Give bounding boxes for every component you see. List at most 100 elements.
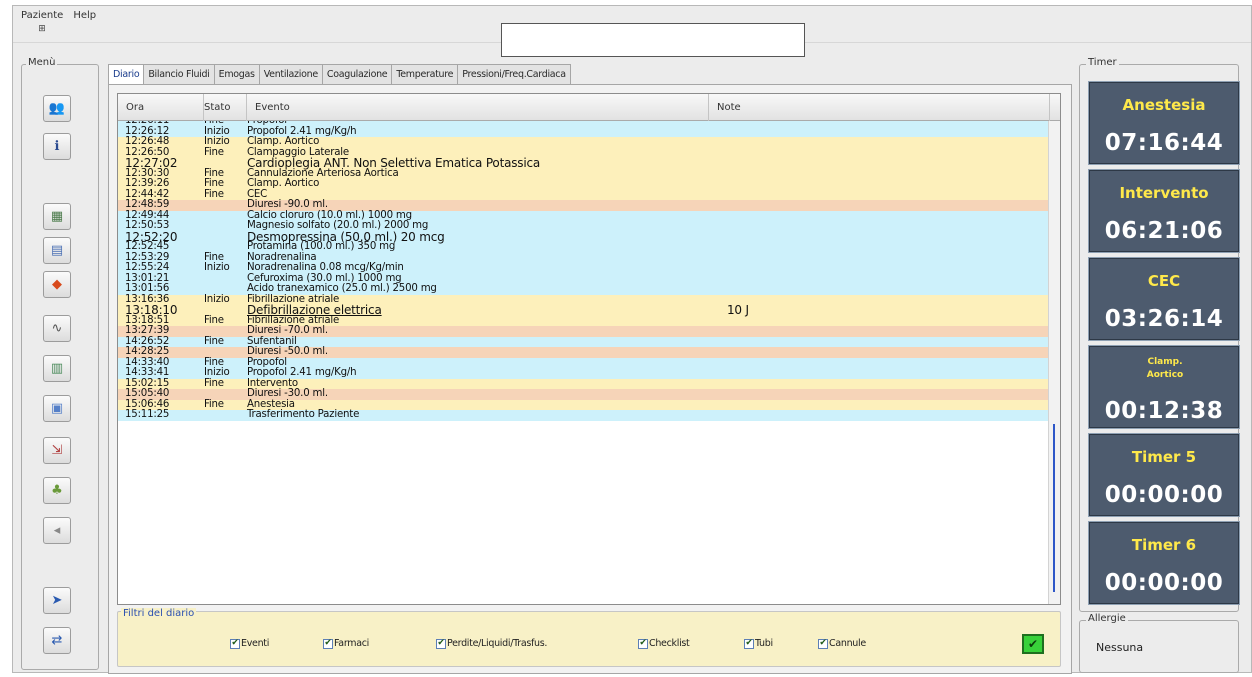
filter-cannule[interactable]: ✔ Cannule (818, 638, 866, 649)
table-row[interactable]: 13:27:39 Diuresi -70.0 ml. (118, 325, 1050, 337)
table-row[interactable]: 12:39:26 Fine Clamp. Aortico (118, 178, 1050, 190)
filter-checklist-label: Checklist (649, 638, 690, 649)
cell-note (727, 211, 1027, 222)
menu-button-wave[interactable]: ∿ (43, 315, 71, 342)
checkbox-perdite[interactable]: ✔ (436, 638, 446, 649)
cell-stato: Inizio (204, 367, 230, 378)
timer-card-timer-5[interactable]: Timer 5 00:00:00 (1088, 433, 1240, 517)
cell-evento: Diuresi -30.0 ml. (247, 388, 328, 399)
cell-note (727, 232, 1027, 243)
table-header: Ora Stato Evento Note (118, 94, 1060, 121)
timer-card-anestesia[interactable]: Anestesia 07:16:44 (1088, 81, 1240, 165)
timer-card-timer-6[interactable]: Timer 6 00:00:00 (1088, 521, 1240, 605)
column-header-evento[interactable]: Evento (247, 94, 709, 121)
menu-button-info[interactable]: ℹ (43, 133, 71, 160)
cell-note (727, 274, 1027, 285)
cell-note (727, 326, 1027, 337)
diary-filters: Filtri del diario ✔ Eventi ✔ Farmaci ✔ Perd… (117, 608, 1061, 667)
cell-stato (204, 347, 247, 358)
cell-evento: Clamp. Aortico (247, 136, 320, 147)
table-row[interactable]: 13:18:10 Defibrillazione elettrica 10 J (118, 303, 1050, 317)
cell-evento: Diuresi -50.0 ml. (247, 346, 328, 357)
menu-button-back[interactable]: ◂ (43, 517, 71, 544)
tab-bilancio-fluidi[interactable]: Bilancio Fluidi (143, 64, 215, 84)
table-row[interactable]: 12:55:24 Inizio Noradrenalina 0.08 mcg/Kg/… (118, 262, 1050, 274)
cell-note (727, 242, 1027, 253)
menu-button-document[interactable]: ▣ (43, 395, 71, 422)
transfer-icon: ⇄ (51, 633, 63, 648)
menu-button-chart[interactable]: ▥ (43, 355, 71, 382)
checkbox-eventi[interactable]: ✔ (230, 638, 240, 649)
column-header-note[interactable]: Note (709, 94, 1050, 121)
cell-ora: 13:01:56 (125, 283, 170, 294)
menu-button-patient[interactable]: 👥 (43, 95, 71, 122)
filter-cannule-label: Cannule (829, 638, 866, 649)
scrollbar-thumb[interactable] (1053, 424, 1055, 592)
cell-note (727, 179, 1027, 190)
menu-button-transfer[interactable]: ⇄ (43, 627, 71, 654)
cell-stato (204, 221, 247, 232)
timer-value: 03:26:14 (1104, 306, 1224, 332)
tab-emogas[interactable]: Emogas (213, 64, 260, 84)
timer-card-cec[interactable]: CEC 03:26:14 (1088, 257, 1240, 341)
menu-button-monitor[interactable]: ▦ (43, 203, 71, 230)
apply-filter-toggle[interactable]: ✔ (1022, 634, 1044, 654)
cell-ora: 15:11:25 (125, 409, 170, 420)
cell-evento: Diuresi -70.0 ml. (247, 325, 328, 336)
column-header-stato[interactable]: Stato (204, 94, 247, 121)
checkbox-farmaci[interactable]: ✔ (323, 638, 333, 649)
table-row[interactable]: 15:05:40 Diuresi -30.0 ml. (118, 388, 1050, 400)
forward-icon: ➤ (51, 593, 63, 608)
tab-diario[interactable]: Diario (108, 64, 145, 84)
checkbox-cannule[interactable]: ✔ (818, 638, 828, 649)
window-grid-icon[interactable]: ⊞ (35, 23, 49, 35)
timer-card-clamp-aortico[interactable]: Clamp. Aortico 00:12:38 (1088, 345, 1240, 429)
allergie-legend: Allergie (1086, 613, 1128, 624)
wave-icon: ∿ (51, 321, 63, 336)
diary-table: Ora Stato Evento Note 12:26:11FinePropof… (117, 93, 1061, 605)
tab-pressioni-freq-cardiaca[interactable]: Pressioni/Freq.Cardiaca (457, 64, 571, 84)
tab-temperature[interactable]: Temperature (391, 64, 459, 84)
filter-perdite[interactable]: ✔ Perdite/Liquidi/Trasfus. (436, 638, 547, 649)
checkbox-checklist[interactable]: ✔ (638, 638, 648, 649)
timer-card-intervento[interactable]: Intervento 06:21:06 (1088, 169, 1240, 253)
menu-button-report[interactable]: ▤ (43, 237, 71, 264)
menu-button-drug[interactable]: ◆ (43, 271, 71, 298)
table-row[interactable]: 12:52:45 Protamina (100.0 ml.) 350 mg (118, 241, 1050, 253)
bag-icon: ♣ (51, 483, 63, 498)
timer-label: Timer 6 (1131, 536, 1197, 554)
cell-note (727, 316, 1027, 327)
tab-ventilazione[interactable]: Ventilazione (258, 64, 323, 84)
filter-checklist[interactable]: ✔ Checklist (638, 638, 690, 649)
table-row[interactable]: 14:28:25 Diuresi -50.0 ml. (118, 346, 1050, 358)
cell-evento: Propofol 2.41 mg/Kg/h (247, 125, 357, 137)
menu-button-forward[interactable]: ➤ (43, 587, 71, 614)
column-header-ora[interactable]: Ora (118, 94, 204, 121)
menu-paziente[interactable]: Paziente (21, 10, 63, 21)
cell-ora: 12:52:45 (125, 241, 170, 252)
patient-info-field[interactable] (501, 23, 805, 57)
cell-stato: Inizio (204, 293, 230, 305)
filter-tubi[interactable]: ✔ Tubi (744, 638, 773, 649)
cell-evento: Protamina (100.0 ml.) 350 mg (247, 241, 396, 252)
checkbox-tubi[interactable]: ✔ (744, 638, 754, 649)
filter-farmaci[interactable]: ✔ Farmaci (323, 638, 369, 649)
cell-note (727, 400, 1027, 411)
table-row[interactable]: 12:27:02 Cardioplegia ANT. Non Selettiva … (118, 157, 1050, 169)
cell-ora: 15:05:40 (125, 388, 170, 399)
cell-note (727, 337, 1027, 348)
menu-button-export[interactable]: ⇲ (43, 437, 71, 464)
menu-help[interactable]: Help (73, 10, 96, 21)
table-row[interactable]: 15:11:25 Trasferimento Paziente (118, 409, 1050, 421)
tab-coagulazione[interactable]: Coagulazione (321, 64, 393, 84)
table-row[interactable]: 13:01:56 Acido tranexamico (25.0 ml.) 250… (118, 283, 1050, 295)
table-row[interactable]: 12:26:48 Inizio Clamp. Aortico (118, 136, 1050, 148)
cell-evento: Defibrillazione elettrica (247, 303, 382, 317)
vertical-scrollbar[interactable] (1048, 121, 1060, 604)
table-row[interactable]: 12:48:59 Diuresi -90.0 ml. (118, 199, 1050, 211)
menu-button-bag[interactable]: ♣ (43, 477, 71, 504)
timer-value: 00:00:00 (1104, 482, 1224, 508)
filter-eventi-label: Eventi (241, 638, 270, 649)
table-row[interactable]: 14:33:41 Inizio Propofol 2.41 mg/Kg/h (118, 367, 1050, 379)
filter-eventi[interactable]: ✔ Eventi (230, 638, 269, 649)
